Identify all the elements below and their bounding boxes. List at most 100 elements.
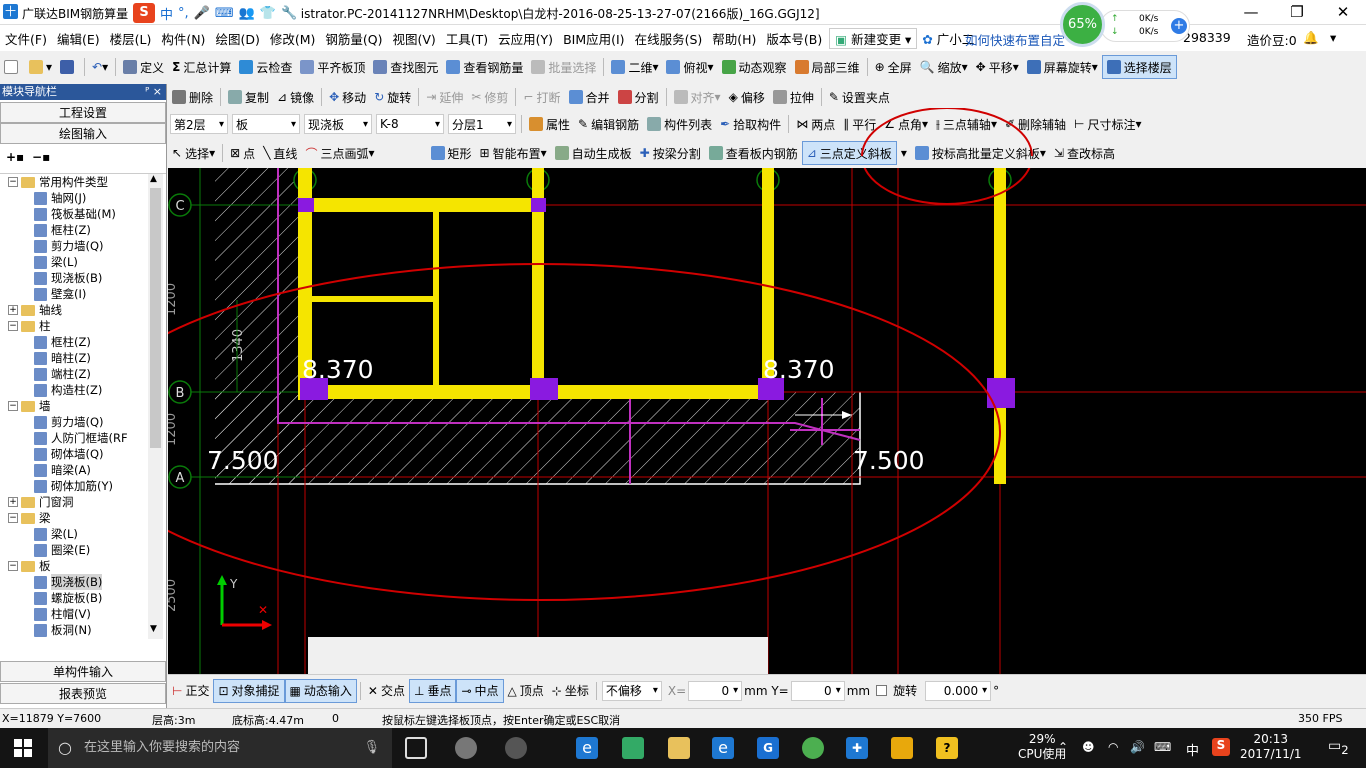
users-icon[interactable]: 👥 (239, 6, 255, 21)
tree-item[interactable]: 人防门框墙(RF (8, 430, 154, 446)
tree-group[interactable]: − 梁 (8, 510, 154, 526)
save-button[interactable] (56, 55, 81, 79)
batch-slope-by-elev-button[interactable]: 按标高批量定义斜板 ▾ (911, 141, 1050, 165)
microphone-icon[interactable]: 🎙 (363, 728, 380, 768)
windows-start-icon[interactable] (14, 739, 32, 757)
rotate-input[interactable]: 0.000 (925, 680, 992, 701)
fan-app-icon[interactable] (455, 737, 477, 759)
view-slab-rebar-button[interactable]: 查看板内钢筋 (705, 141, 802, 165)
boost-icon[interactable]: + (1171, 18, 1187, 34)
tree-item[interactable]: 现浇板(B) (8, 270, 154, 286)
three-point-axis-button[interactable]: ⫲ 三点辅轴 ▾ (932, 112, 1001, 136)
offset-mode-select[interactable]: 不偏移 (601, 680, 662, 701)
collapse-icon[interactable]: − (8, 177, 18, 187)
rectangle-button[interactable]: 矩形 (427, 141, 476, 165)
arc-button[interactable]: ⌒ 三点画弧 ▾ (301, 141, 378, 165)
network-app-icon[interactable] (505, 737, 527, 759)
new-file-button[interactable] (0, 55, 25, 79)
y-input[interactable]: 0 (790, 680, 845, 701)
more-icon[interactable]: ▾ (1330, 30, 1336, 45)
green-app-icon[interactable] (802, 737, 824, 759)
local-3d-button[interactable]: 局部三维 (791, 55, 864, 79)
store-icon[interactable] (622, 737, 644, 759)
merge-button[interactable]: 合并 (565, 85, 614, 109)
view-rebar-button[interactable]: 查看钢筋量 (442, 55, 527, 79)
tree-item[interactable]: 框柱(Z) (8, 334, 154, 350)
ime-chinese-toggle[interactable]: 中 (160, 4, 173, 23)
notes-app-icon[interactable] (891, 737, 913, 759)
align-button[interactable]: 对齐 ▾ (670, 85, 725, 109)
maximize-button[interactable]: ❐ (1274, 0, 1320, 25)
menu-component[interactable]: 构件(N) (156, 29, 210, 48)
minimize-button[interactable]: — (1228, 0, 1274, 25)
component-select[interactable]: K-8 (376, 114, 444, 134)
wrench-icon[interactable]: 🔧 (281, 6, 297, 21)
tree-item[interactable]: 端柱(Z) (8, 366, 154, 382)
tree-item[interactable]: 圈梁(E) (8, 542, 154, 558)
input-language[interactable]: 中 (1186, 740, 1199, 759)
find-element-button[interactable]: 查找图元 (369, 55, 442, 79)
delete-axis-button[interactable]: ✐ 删除辅轴 (1001, 112, 1070, 136)
skin-icon[interactable]: 👕 (260, 6, 276, 21)
project-settings-button[interactable]: 工程设置 (0, 102, 166, 123)
draw-input-button[interactable]: 绘图输入 (0, 123, 166, 144)
menu-help[interactable]: 帮助(H) (707, 29, 761, 48)
keyboard-icon[interactable]: ⌨ (215, 6, 234, 21)
expand-icon[interactable]: + (8, 497, 18, 507)
wifi-icon[interactable]: ◠ (1108, 740, 1118, 754)
auto-generate-slab-button[interactable]: 自动生成板 (551, 141, 636, 165)
glodon-g-icon[interactable]: G (757, 737, 779, 759)
ie-icon[interactable]: e (712, 737, 734, 759)
intersection-snap[interactable]: ✕ 交点 (364, 679, 409, 703)
performance-widget[interactable]: ↑ ↓ 0K/s 0K/s + 65% (1060, 0, 1195, 48)
floor-select[interactable]: 第2层 (170, 114, 228, 134)
pan-button[interactable]: ✥ 平移 ▾ (972, 55, 1023, 79)
collapse-all-icon[interactable]: −▪ (32, 150, 50, 164)
clock[interactable]: 20:13 2017/11/1 (1240, 732, 1302, 762)
help-app-icon[interactable]: ? (936, 737, 958, 759)
notification-icon[interactable]: ▭2 (1328, 738, 1349, 757)
tray-people-icon[interactable]: ☻ (1082, 740, 1095, 754)
glodon-rebar-icon[interactable]: ✚ (846, 737, 868, 759)
category-select[interactable]: 板 (232, 114, 300, 134)
tree-item[interactable]: 框柱(Z) (8, 222, 154, 238)
align-slab-top-button[interactable]: 平齐板顶 (296, 55, 369, 79)
ime-toolbar[interactable]: S 中 °, 🎤 ⌨ 👥 👕 🔧 (133, 2, 298, 24)
tree-group[interactable]: + 门窗洞 (8, 494, 154, 510)
2d-view-button[interactable]: 二维 ▾ (607, 55, 662, 79)
parallel-button[interactable]: ∥ 平行 (839, 112, 880, 136)
smart-layout-button[interactable]: ⊞ 智能布置 ▾ (476, 141, 551, 165)
vertex-snap[interactable]: △ 顶点 (504, 679, 548, 703)
menu-cloud[interactable]: 云应用(Y) (493, 29, 558, 48)
sogou-tray-icon[interactable]: S (1212, 738, 1230, 756)
tree-item[interactable]: 构造柱(Z) (8, 382, 154, 398)
keyboard-tray-icon[interactable]: ⌨ (1154, 740, 1171, 754)
tree-group[interactable]: − 柱 (8, 318, 154, 334)
cloud-check-button[interactable]: 云检查 (235, 55, 296, 79)
three-point-slope-slab-button[interactable]: ⊿ 三点定义斜板 (801, 141, 897, 165)
expand-all-icon[interactable]: +▪ (6, 150, 24, 164)
ime-punct-toggle[interactable]: °, (178, 6, 189, 21)
select-floor-button[interactable]: 选择楼层 (1101, 55, 1177, 79)
tree-item[interactable]: 柱帽(V) (8, 606, 154, 622)
collapse-icon[interactable]: − (8, 513, 18, 523)
report-preview-button[interactable]: 报表预览 (0, 683, 166, 704)
tree-item[interactable]: 轴网(J) (8, 190, 154, 206)
collapse-icon[interactable]: − (8, 561, 18, 571)
edit-rebar-button[interactable]: ✎ 编辑钢筋 (574, 112, 643, 136)
point-angle-button[interactable]: ∠ 点角 ▾ (880, 112, 932, 136)
delete-button[interactable]: 删除 (168, 85, 217, 109)
object-snap-toggle[interactable]: ⊡ 对象捕捉 (213, 678, 285, 703)
two-point-button[interactable]: ⋈ 两点 (792, 112, 839, 136)
tree-item[interactable]: 砌体墙(Q) (8, 446, 154, 462)
task-view-icon[interactable] (405, 737, 427, 759)
price-beans[interactable]: 造价豆:0 (1247, 30, 1297, 49)
tree-item[interactable]: 剪力墙(Q) (8, 414, 154, 430)
mirror-button[interactable]: ⊿ 镜像 (273, 85, 318, 109)
screen-rotate-button[interactable]: 屏幕旋转 ▾ (1023, 55, 1102, 79)
slope-dropdown-button[interactable]: ▾ (897, 141, 911, 165)
stretch-button[interactable]: 拉伸 (769, 85, 818, 109)
tree-item[interactable]: 筏板基础(M) (8, 206, 154, 222)
menu-version[interactable]: 版本号(B) (761, 29, 827, 48)
scroll-up-icon[interactable]: ▲ (150, 174, 157, 184)
